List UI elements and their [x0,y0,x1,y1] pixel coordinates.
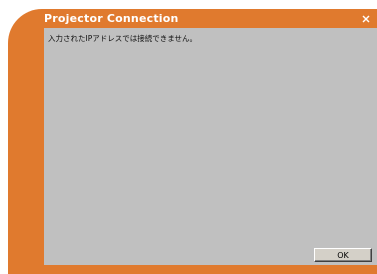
error-message: 入力されたIPアドレスでは接続できません。 [48,34,198,43]
window-title: Projector Connection [44,12,179,25]
dialog-content: 入力されたIPアドレスでは接続できません。 OK [44,28,377,265]
close-icon[interactable] [361,14,371,24]
title-bar[interactable]: Projector Connection [44,9,377,28]
projector-connection-window: Projector Connection 入力されたIPアドレスでは接続できませ… [0,0,377,274]
ok-button[interactable]: OK [314,248,372,262]
